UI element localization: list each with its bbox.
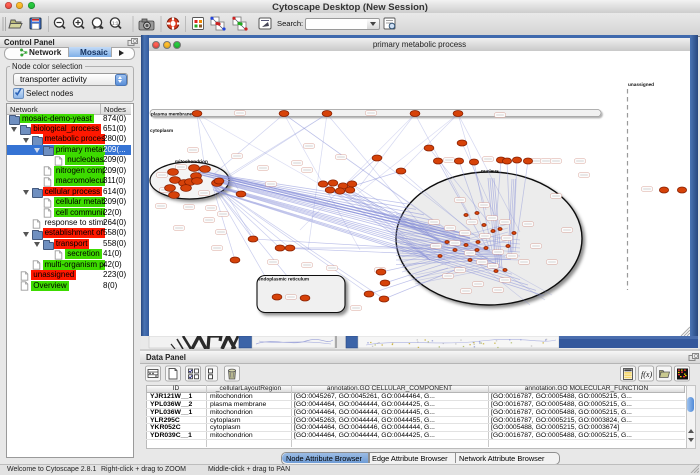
svg-text:plasma membrane: plasma membrane [151, 111, 193, 116]
svg-text:endoplasmic reticulum: endoplasmic reticulum [258, 277, 309, 282]
svg-text:1:1: 1:1 [112, 21, 119, 26]
svg-text:nucleus: nucleus [481, 169, 499, 174]
svg-text:cytoplasm: cytoplasm [150, 128, 173, 133]
svg-text:f(x): f(x) [641, 370, 652, 379]
svg-text:unassigned: unassigned [628, 82, 654, 87]
svg-text:mitochondrion: mitochondrion [175, 159, 208, 164]
svg-text:Search:: Search: [277, 19, 303, 28]
